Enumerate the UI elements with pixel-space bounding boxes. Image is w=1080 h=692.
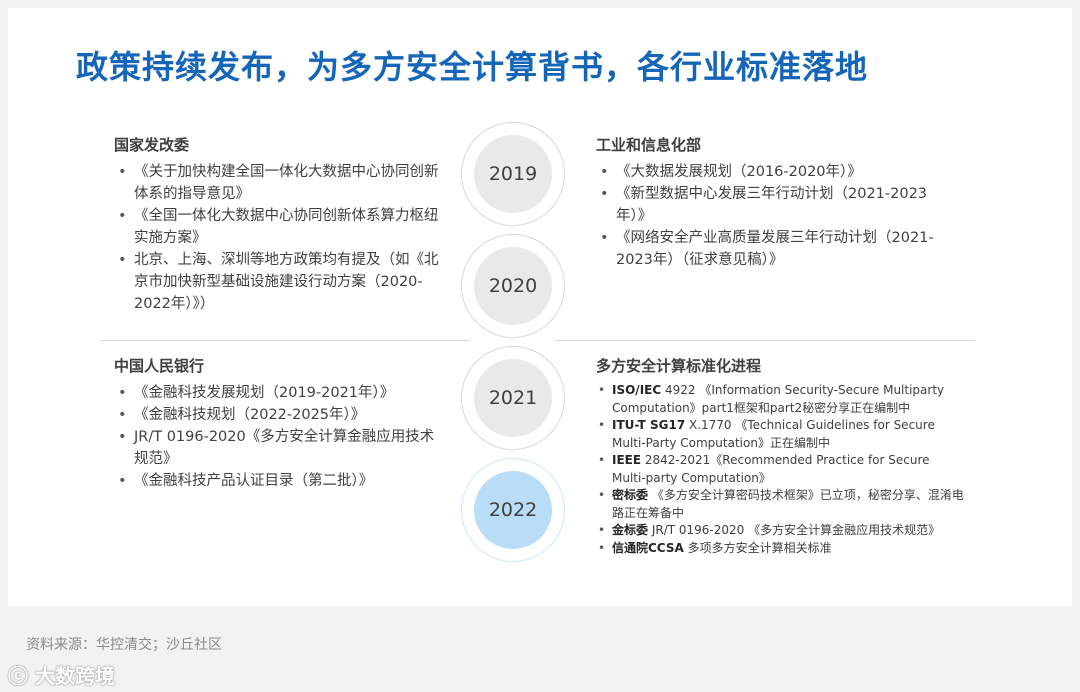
- section-standards: 多方安全计算标准化进程 ISO/IEC 4922 《Information Se…: [596, 355, 966, 557]
- timeline-node-2022: 2022: [461, 458, 565, 562]
- list-item: 信通院CCSA 多项多方安全计算相关标准: [596, 540, 966, 558]
- divider-left: [100, 340, 470, 341]
- divider-right: [555, 340, 975, 341]
- list-item: 北京、上海、深圳等地方政策均有提及（如《北京市加快新型基础设施建设行动方案（20…: [114, 249, 444, 315]
- standard-text: 《多方安全计算密码技术框架》已立项，秘密分享、混淆电路正在筹备中: [612, 488, 964, 520]
- list-item: 《大数据发展规划（2016-2020年）》: [596, 161, 956, 183]
- list-item: 《金融科技规划（2022-2025年）》: [114, 404, 444, 426]
- year-label: 2020: [474, 247, 552, 325]
- list-item: 《新型数据中心发展三年行动计划（2021-2023年）》: [596, 183, 956, 227]
- section-miit: 工业和信息化部 《大数据发展规划（2016-2020年）》 《新型数据中心发展三…: [596, 134, 956, 271]
- section-heading: 中国人民银行: [114, 357, 205, 375]
- list-item: 《全国一体化大数据中心协同创新体系算力枢纽实施方案》: [114, 205, 444, 249]
- standard-org: IEEE: [612, 453, 642, 467]
- watermark-logo: ⓒ 大数跨境: [8, 664, 115, 688]
- list-item: 金标委 JR/T 0196-2020 《多方安全计算金融应用技术规范》: [596, 522, 966, 540]
- list-item: ISO/IEC 4922 《Information Security-Secur…: [596, 382, 966, 417]
- timeline-node-2021: 2021: [461, 346, 565, 450]
- list-item: 《金融科技产品认证目录（第二批）》: [114, 470, 444, 492]
- section-heading: 国家发改委: [114, 136, 190, 154]
- timeline-node-2019: 2019: [461, 122, 565, 226]
- list-item: JR/T 0196-2020《多方安全计算金融应用技术规范》: [114, 426, 444, 470]
- section-heading: 工业和信息化部: [596, 136, 702, 154]
- year-label: 2022: [474, 471, 552, 549]
- standard-org: ISO/IEC: [612, 383, 662, 397]
- standard-text: 4922 《Information Security-Secure Multip…: [612, 383, 945, 415]
- list-item: 《网络安全产业高质量发展三年行动计划（2021-2023年）（征求意见稿）》: [596, 227, 956, 271]
- list-item: 《金融科技发展规划（2019-2021年）》: [114, 382, 444, 404]
- standard-org: 密标委: [612, 488, 649, 502]
- page-title: 政策持续发布，为多方安全计算背书，各行业标准落地: [76, 48, 869, 86]
- watermark-text: 大数跨境: [34, 664, 115, 688]
- source-note: 资料来源：华控清交；沙丘社区: [26, 637, 222, 653]
- list-item: 《关于加快构建全国一体化大数据中心协同创新体系的指导意见》: [114, 161, 444, 205]
- standard-text: 多项多方安全计算相关标准: [683, 540, 832, 555]
- timeline-node-2020: 2020: [461, 234, 565, 338]
- standard-org: 金标委: [612, 523, 649, 537]
- year-label: 2019: [474, 135, 552, 213]
- section-ndrc: 国家发改委 《关于加快构建全国一体化大数据中心协同创新体系的指导意见》 《全国一…: [114, 134, 444, 315]
- year-label: 2021: [474, 359, 552, 437]
- section-pboc: 中国人民银行 《金融科技发展规划（2019-2021年）》 《金融科技规划（20…: [114, 355, 444, 492]
- standard-org: 信通院CCSA: [612, 540, 684, 555]
- standard-text: JR/T 0196-2020 《多方安全计算金融应用技术规范》: [648, 523, 941, 537]
- list-item: 密标委 《多方安全计算密码技术框架》已立项，秘密分享、混淆电路正在筹备中: [596, 487, 966, 522]
- list-item: IEEE 2842-2021《Recommended Practice for …: [596, 452, 966, 487]
- standard-org: ITU-T SG17: [612, 418, 686, 432]
- list-item: ITU-T SG17 X.1770 《Technical Guidelines …: [596, 417, 966, 452]
- standard-text: 2842-2021《Recommended Practice for Secur…: [612, 453, 930, 485]
- section-heading: 多方安全计算标准化进程: [596, 357, 762, 375]
